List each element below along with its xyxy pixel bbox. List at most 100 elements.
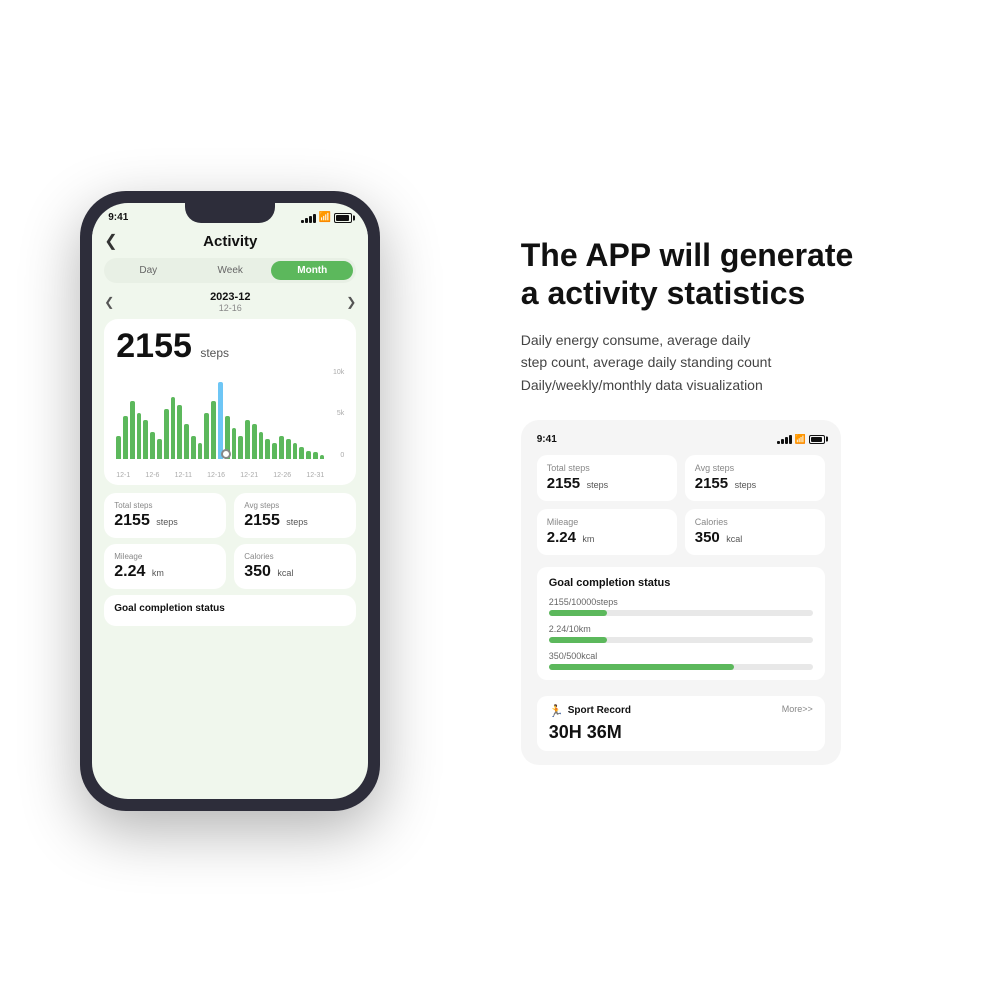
- chart-bar-9: [177, 405, 182, 459]
- x-label-1: 12-1: [116, 472, 130, 479]
- status-icons: 📶: [301, 212, 352, 223]
- mini-goal-item-1: 2.24/10km: [549, 624, 813, 643]
- mini-calories-label: Calories: [695, 517, 815, 527]
- mini-goal-item-0: 2155/10000steps: [549, 597, 813, 616]
- steps-unit: steps: [200, 346, 229, 360]
- total-steps-unit: steps: [156, 517, 178, 527]
- calories-value: 350: [244, 563, 271, 580]
- chart-bar-28: [306, 451, 311, 459]
- mini-goal-bar-fill-2: [549, 664, 734, 670]
- chart-bar-7: [164, 409, 169, 459]
- battery-icon: [334, 213, 352, 223]
- running-icon: 🏃: [549, 704, 564, 718]
- mini-goal-bar-bg-1: [549, 637, 813, 643]
- mini-battery-icon: [809, 435, 825, 444]
- status-time: 9:41: [108, 212, 128, 223]
- y-label-5k: 5k: [337, 410, 344, 417]
- phone-mockup: 9:41 📶 ❮: [80, 191, 380, 811]
- mini-goal-label-2: 350/500kcal: [549, 651, 813, 661]
- mini-avg-steps-value: 2155: [695, 475, 728, 492]
- tab-week[interactable]: Week: [189, 261, 271, 280]
- steps-value: 2155: [116, 327, 192, 365]
- mini-total-steps-label: Total steps: [547, 463, 667, 473]
- chart-bar-29: [313, 452, 318, 458]
- chart-bar-21: [259, 432, 264, 459]
- chart-x-labels: 12-1 12-6 12-11 12-16 12-21 12-26 12-31: [116, 472, 324, 479]
- y-label-10k: 10k: [333, 369, 344, 376]
- chart-bar-20: [252, 424, 257, 458]
- mini-mileage-label: Mileage: [547, 517, 667, 527]
- chart-highlight-dot: [221, 449, 231, 459]
- chart-bar-19: [245, 420, 250, 458]
- tab-month[interactable]: Month: [271, 261, 353, 280]
- mini-status-bar: 9:41 📶: [537, 434, 825, 445]
- tab-day[interactable]: Day: [107, 261, 189, 280]
- chart-bar-2: [130, 401, 135, 458]
- total-steps-card: Total steps 2155 steps: [104, 493, 226, 538]
- phone-header: ❮ Activity: [104, 227, 356, 258]
- y-label-0: 0: [340, 452, 344, 459]
- chart-bar-27: [299, 447, 304, 458]
- phone-screen: 9:41 📶 ❮: [92, 203, 368, 799]
- chart-bar-8: [171, 397, 176, 458]
- calories-unit: kcal: [277, 568, 293, 578]
- mini-goal-title: Goal completion status: [549, 577, 813, 589]
- mini-mileage-unit: km: [582, 534, 594, 544]
- mini-goal-bar-fill-1: [549, 637, 607, 643]
- calories-card: Calories 350 kcal: [234, 544, 356, 589]
- mini-goal-label-1: 2.24/10km: [549, 624, 813, 634]
- total-steps-value: 2155: [114, 512, 150, 529]
- calories-label: Calories: [244, 552, 346, 561]
- prev-date-button[interactable]: ❮: [104, 295, 114, 309]
- chart-bar-3: [137, 413, 142, 459]
- chart-bar-12: [198, 443, 203, 458]
- mini-total-steps-value: 2155: [547, 475, 580, 492]
- chart-bar-5: [150, 432, 155, 459]
- mini-goal-section: Goal completion status 2155/10000steps 2…: [537, 567, 825, 680]
- date-sub: 12-16: [210, 303, 250, 313]
- next-date-button[interactable]: ❯: [346, 295, 356, 309]
- x-label-6: 12-6: [145, 472, 159, 479]
- wifi-icon: 📶: [319, 212, 331, 223]
- date-main: 2023-12: [210, 291, 250, 303]
- screen-title: Activity: [203, 233, 257, 250]
- chart-bar-30: [320, 455, 325, 459]
- chart-bar-0: [116, 436, 121, 459]
- sport-record-label: Sport Record: [568, 705, 631, 716]
- headline: The APP will generatea activity statisti…: [521, 236, 921, 313]
- chart-bar-15: [218, 382, 223, 459]
- tab-bar: Day Week Month: [104, 258, 356, 283]
- x-label-21: 12-21: [240, 472, 258, 479]
- mini-signal-icon: [777, 434, 792, 444]
- right-side: The APP will generatea activity statisti…: [481, 236, 921, 765]
- x-label-31: 12-31: [306, 472, 324, 479]
- stats-row-1: Total steps 2155 steps Avg steps 2155 st…: [104, 493, 356, 538]
- mini-status-icons: 📶: [777, 434, 825, 445]
- mileage-card: Mileage 2.24 km: [104, 544, 226, 589]
- chart-bar-22: [265, 439, 270, 458]
- avg-steps-card: Avg steps 2155 steps: [234, 493, 356, 538]
- mini-goal-label-0: 2155/10000steps: [549, 597, 813, 607]
- page-container: 9:41 📶 ❮: [0, 0, 1001, 1001]
- mini-calories-value: 350: [695, 529, 720, 546]
- mini-avg-steps-label: Avg steps: [695, 463, 815, 473]
- chart-bar-1: [123, 416, 128, 458]
- total-steps-label: Total steps: [114, 501, 216, 510]
- mileage-unit: km: [152, 568, 164, 578]
- chart-area: 10k 5k 0 12-1 12-6 12-11 12-16 12-21: [116, 369, 344, 479]
- mini-phone-card: 9:41 📶 Total steps: [521, 420, 841, 765]
- chart-bar-10: [184, 424, 189, 458]
- mini-mileage-card: Mileage 2.24 km: [537, 509, 677, 555]
- back-button[interactable]: ❮: [104, 231, 117, 251]
- chart-bar-4: [143, 420, 148, 458]
- mini-total-steps-unit: steps: [587, 480, 609, 490]
- sport-record-more[interactable]: More>>: [782, 704, 813, 714]
- mini-stats-grid: Total steps 2155 steps Avg steps 2155 st…: [537, 455, 825, 555]
- avg-steps-unit: steps: [286, 517, 308, 527]
- chart-bar-25: [286, 439, 291, 458]
- avg-steps-label: Avg steps: [244, 501, 346, 510]
- chart-bar-26: [293, 443, 298, 458]
- phone-content: ❮ Activity Day Week Month ❮ 2023-12 12-1…: [92, 227, 368, 626]
- mini-goal-bar-fill-0: [549, 610, 607, 616]
- mileage-value: 2.24: [114, 563, 145, 580]
